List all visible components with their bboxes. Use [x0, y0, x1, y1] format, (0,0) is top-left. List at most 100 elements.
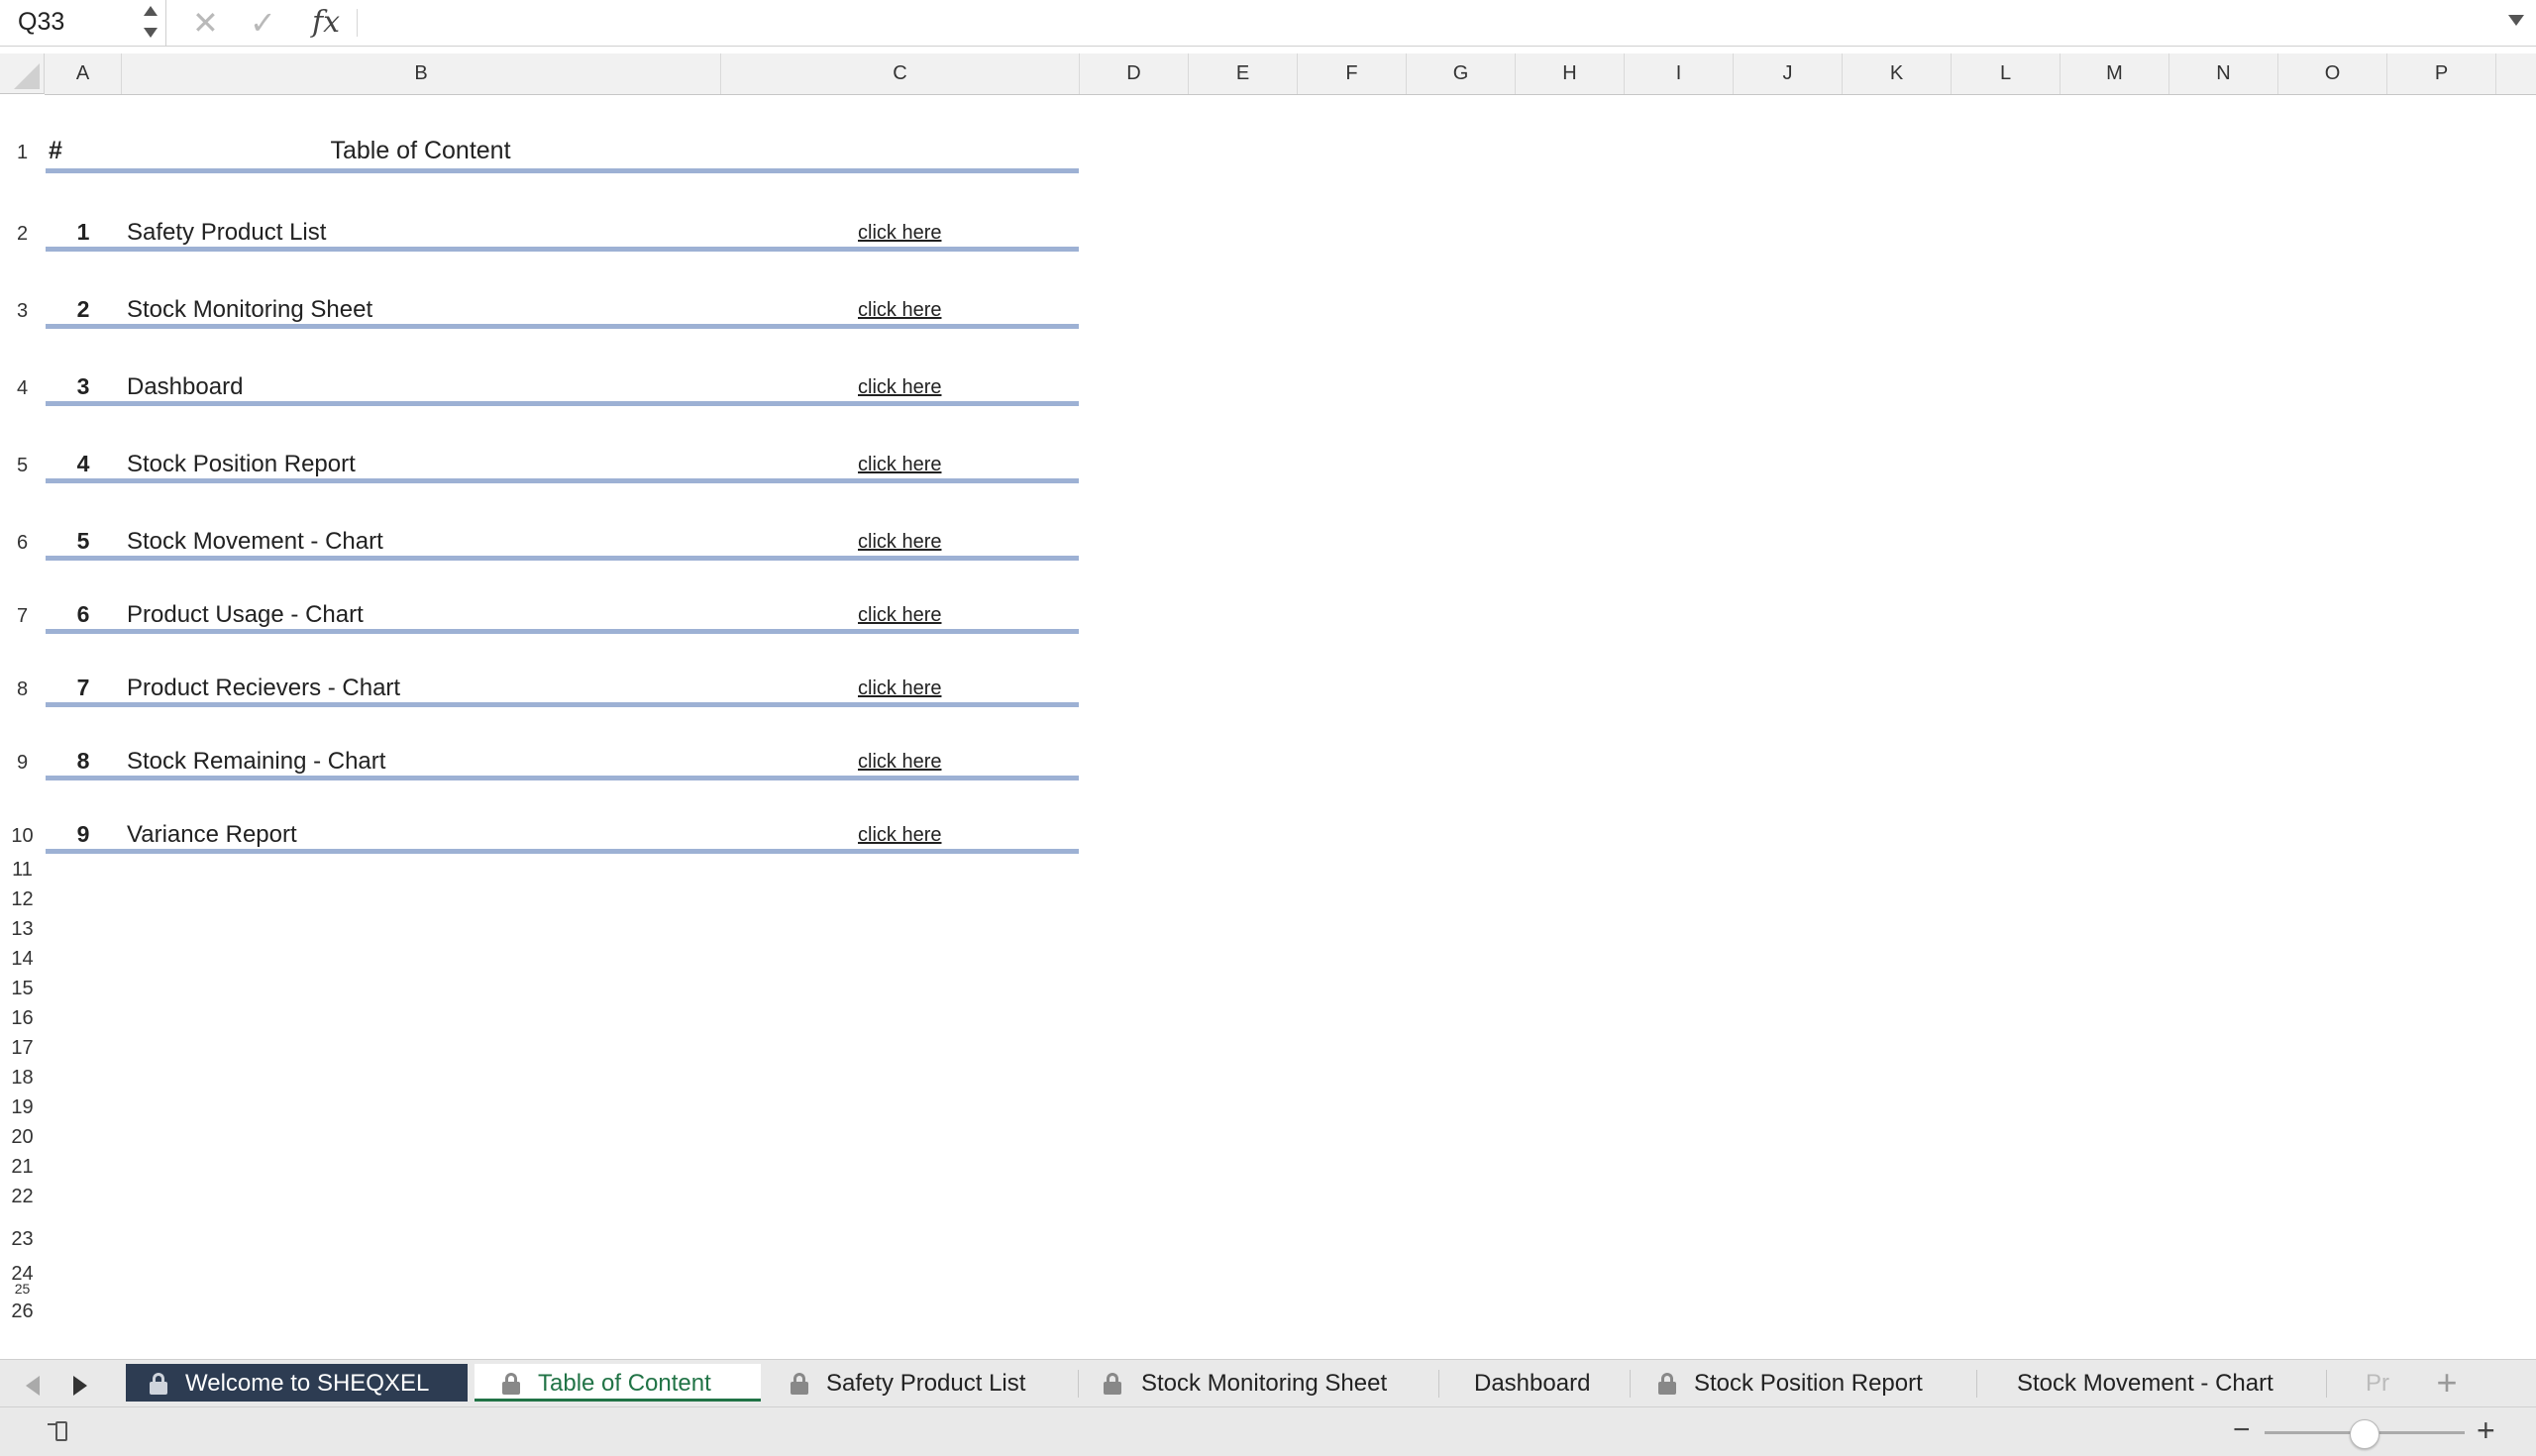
toc-item-label: Product Recievers - Chart — [127, 675, 401, 701]
toc-item-label: Stock Remaining - Chart — [127, 748, 386, 775]
name-box-value[interactable]: Q33 — [18, 8, 64, 37]
toc-item-label: Safety Product List — [127, 219, 327, 246]
row-header[interactable]: 3 — [0, 300, 45, 323]
zoom-in-button[interactable]: + — [2477, 1413, 2495, 1447]
toc-header-underline — [46, 168, 1079, 173]
row-header[interactable]: 9 — [0, 752, 45, 775]
row-header[interactable]: 16 — [0, 1007, 45, 1030]
function-icon[interactable]: fx — [312, 4, 340, 42]
row-header[interactable]: 26 — [0, 1300, 45, 1323]
row-header[interactable]: 22 — [0, 1186, 45, 1208]
column-header[interactable]: J — [1734, 53, 1843, 94]
toc-row-underline — [46, 324, 1079, 329]
formula-input[interactable] — [369, 6, 2492, 42]
row-header[interactable]: 6 — [0, 532, 45, 555]
tab-dashboard[interactable]: Dashboard — [1446, 1364, 1625, 1402]
scroll-tabs-right-icon[interactable] — [73, 1376, 87, 1396]
row-header[interactable]: 12 — [0, 888, 45, 911]
column-header[interactable]: M — [2060, 53, 2169, 94]
toc-item-label: Dashboard — [127, 373, 244, 400]
toc-item-number: 7 — [76, 675, 90, 700]
toc-item-link[interactable]: click here — [858, 604, 941, 627]
toc-item-number: 6 — [76, 601, 90, 627]
row-header[interactable]: 4 — [0, 377, 45, 400]
row-header[interactable]: 21 — [0, 1156, 45, 1179]
tab-safety-product-list[interactable]: Safety Product List — [769, 1364, 1073, 1402]
tab-separator — [1078, 1370, 1079, 1398]
record-macro-icon[interactable] — [48, 1419, 73, 1445]
row-header[interactable]: 7 — [0, 605, 45, 628]
toc-item-number: 1 — [76, 219, 90, 245]
column-header[interactable]: C — [721, 53, 1080, 94]
column-header[interactable]: G — [1407, 53, 1516, 94]
toc-item-link[interactable]: click here — [858, 531, 941, 554]
row-header[interactable]: 5 — [0, 455, 45, 477]
column-header[interactable]: D — [1080, 53, 1189, 94]
toc-item-link[interactable]: click here — [858, 751, 941, 774]
column-header[interactable]: K — [1843, 53, 1952, 94]
toc-row-underline — [46, 401, 1079, 406]
row-header[interactable]: 13 — [0, 918, 45, 941]
toc-item-link[interactable]: click here — [858, 222, 941, 245]
row-header[interactable]: 11 — [0, 859, 45, 882]
column-header[interactable]: F — [1298, 53, 1407, 94]
select-all-corner[interactable] — [0, 53, 45, 94]
cancel-icon[interactable]: ✕ — [192, 4, 219, 42]
toc-item-link[interactable]: click here — [858, 677, 941, 700]
toc-item-number: 4 — [76, 451, 90, 476]
zoom-slider-thumb[interactable] — [2350, 1419, 2379, 1449]
tab-stock-monitoring-sheet[interactable]: Stock Monitoring Sheet — [1084, 1364, 1434, 1402]
column-header[interactable]: E — [1189, 53, 1298, 94]
toc-item-number: 2 — [76, 296, 90, 322]
column-header[interactable]: A — [45, 53, 122, 94]
row-header[interactable]: 19 — [0, 1096, 45, 1119]
row-headers: 1 2 3 4 5 6 7 8 9 10 11 12 13 14 15 16 1… — [0, 94, 45, 1359]
scroll-tabs-left-icon[interactable] — [26, 1376, 40, 1396]
row-header[interactable]: 17 — [0, 1037, 45, 1060]
name-box[interactable]: Q33 — [0, 0, 166, 46]
toc-row-underline — [46, 776, 1079, 780]
tab-label: Stock Movement - Chart — [2017, 1370, 2273, 1397]
checkmark-icon[interactable]: ✓ — [250, 4, 276, 42]
tab-stock-position-report[interactable]: Stock Position Report — [1635, 1364, 1971, 1402]
tab-truncated[interactable]: Pr — [2330, 1364, 2399, 1402]
add-sheet-button[interactable]: + — [2422, 1362, 2472, 1404]
tab-stock-movement-chart[interactable]: Stock Movement - Chart — [1981, 1364, 2323, 1402]
row-header[interactable]: 15 — [0, 978, 45, 1000]
row-header[interactable]: 18 — [0, 1067, 45, 1090]
zoom-out-button[interactable]: − — [2233, 1415, 2251, 1445]
name-box-stepper[interactable] — [142, 0, 161, 46]
tab-welcome-to-sheqxel[interactable]: Welcome to SHEQXEL — [126, 1364, 468, 1402]
expand-formula-icon[interactable] — [2508, 15, 2524, 26]
row-header[interactable]: 10 — [0, 825, 45, 848]
chevron-up-icon[interactable] — [144, 6, 158, 16]
worksheet-grid[interactable]: A B C D E F G H I J K L M N O P 1 2 3 4 … — [0, 53, 2536, 1359]
toc-item-link[interactable]: click here — [858, 824, 941, 847]
toc-row-underline — [46, 702, 1079, 707]
column-header[interactable]: B — [122, 53, 721, 94]
tab-separator — [1438, 1370, 1439, 1398]
row-header[interactable]: 8 — [0, 678, 45, 701]
row-header[interactable]: 25 — [0, 1283, 45, 1295]
column-header[interactable]: O — [2278, 53, 2387, 94]
toc-title: Table of Content — [330, 137, 511, 164]
lock-icon — [791, 1373, 808, 1395]
chevron-down-icon[interactable] — [144, 28, 158, 38]
toc-row-underline — [46, 556, 1079, 561]
column-header[interactable]: H — [1516, 53, 1625, 94]
row-header[interactable]: 14 — [0, 948, 45, 971]
column-header[interactable]: I — [1625, 53, 1734, 94]
toc-item-label: Stock Monitoring Sheet — [127, 296, 373, 323]
column-header[interactable]: L — [1952, 53, 2060, 94]
row-header[interactable]: 2 — [0, 223, 45, 246]
lock-icon — [502, 1373, 520, 1395]
column-header[interactable]: N — [2169, 53, 2278, 94]
toc-item-link[interactable]: click here — [858, 299, 941, 322]
tab-table-of-content[interactable]: Table of Content — [475, 1364, 761, 1402]
row-header[interactable]: 1 — [0, 142, 45, 164]
row-header[interactable]: 23 — [0, 1228, 45, 1251]
toc-item-link[interactable]: click here — [858, 376, 941, 399]
column-header[interactable]: P — [2387, 53, 2496, 94]
row-header[interactable]: 20 — [0, 1126, 45, 1149]
toc-item-link[interactable]: click here — [858, 454, 941, 476]
